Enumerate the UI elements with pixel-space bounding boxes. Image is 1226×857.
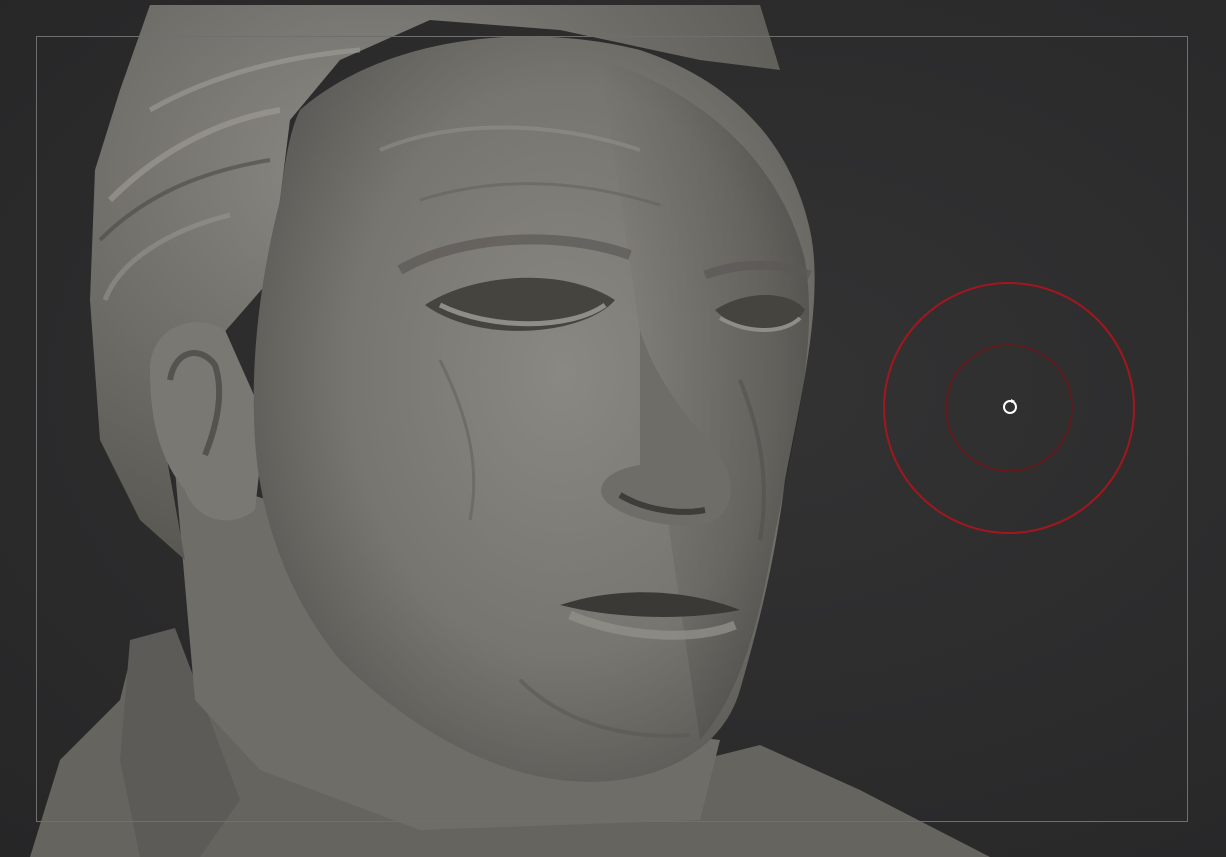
rotate-cursor-icon	[1003, 399, 1017, 414]
sculpt-viewport[interactable]	[0, 0, 1226, 857]
